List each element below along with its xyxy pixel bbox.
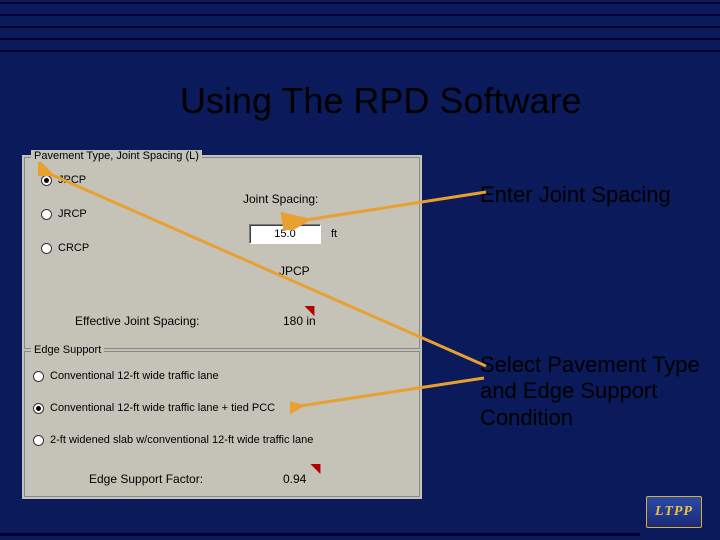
radio-icon bbox=[33, 371, 44, 382]
effective-spacing-label: Effective Joint Spacing: bbox=[75, 314, 200, 328]
radio-icon bbox=[33, 403, 44, 414]
group-legend: Edge Support bbox=[31, 344, 104, 356]
radio-label: JPCP bbox=[58, 174, 86, 186]
footer-rule bbox=[0, 533, 640, 536]
joint-spacing-input[interactable]: 15.0 bbox=[249, 224, 321, 244]
radio-label: CRCP bbox=[58, 242, 89, 254]
radio-icon bbox=[41, 175, 52, 186]
edge-support-factor-label: Edge Support Factor: bbox=[89, 472, 203, 486]
radio-edge-tied-pcc[interactable]: Conventional 12-ft wide traffic lane + t… bbox=[33, 402, 275, 414]
radio-crcp[interactable]: CRCP bbox=[41, 242, 89, 254]
radio-label: JRCP bbox=[58, 208, 87, 220]
ltpp-logo: LTPP bbox=[646, 496, 702, 528]
radio-jrcp[interactable]: JRCP bbox=[41, 208, 89, 220]
edge-support-group: Edge Support Conventional 12-ft wide tra… bbox=[24, 351, 420, 497]
radio-label: 2-ft widened slab w/conventional 12-ft w… bbox=[50, 434, 313, 446]
radio-icon bbox=[41, 209, 52, 220]
radio-jpcp[interactable]: JPCP bbox=[41, 174, 89, 186]
edge-support-factor-value: 0.94 bbox=[283, 472, 306, 486]
selected-type-echo: JPCP bbox=[279, 264, 310, 278]
joint-spacing-unit: ft bbox=[331, 228, 337, 240]
pavement-type-group: Pavement Type, Joint Spacing (L) JPCP JR… bbox=[24, 157, 420, 349]
radio-edge-conventional[interactable]: Conventional 12-ft wide traffic lane bbox=[33, 370, 219, 382]
joint-spacing-label: Joint Spacing: bbox=[243, 192, 318, 206]
group-legend: Pavement Type, Joint Spacing (L) bbox=[31, 150, 202, 162]
radio-icon bbox=[33, 435, 44, 446]
annotation-select-pavement: Select Pavement Type and Edge Support Co… bbox=[480, 352, 700, 431]
radio-label: Conventional 12-ft wide traffic lane + t… bbox=[50, 402, 275, 414]
radio-edge-widened[interactable]: 2-ft widened slab w/conventional 12-ft w… bbox=[33, 434, 313, 446]
marker-icon: ◥ bbox=[305, 306, 313, 314]
radio-label: Conventional 12-ft wide traffic lane bbox=[50, 370, 219, 382]
rpd-form-panel: Pavement Type, Joint Spacing (L) JPCP JR… bbox=[22, 155, 422, 499]
annotation-enter-joint-spacing: Enter Joint Spacing bbox=[480, 182, 671, 208]
slide-title: Using The RPD Software bbox=[180, 80, 680, 122]
radio-icon bbox=[41, 243, 52, 254]
marker-icon: ◥ bbox=[311, 464, 319, 472]
